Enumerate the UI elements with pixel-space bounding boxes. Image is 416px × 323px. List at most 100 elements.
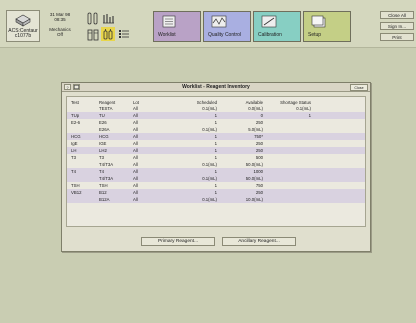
print-button[interactable]: Print (380, 33, 414, 41)
top-bar: ACS:Centaur c1077b 31 Mar 98 08:35 Mecha… (0, 0, 416, 48)
worklist-icon (162, 15, 176, 28)
cell-available: 50.0(mL) (219, 175, 265, 182)
cell-available: 250 (255, 119, 263, 125)
cell-reagent: T4/T3A (99, 175, 133, 182)
nav-worklist-label: Worklist (158, 32, 176, 38)
table-row[interactable]: TUp TU All 1 0 1 (67, 112, 365, 119)
cell-shortage (265, 182, 323, 189)
tubes-icon-button[interactable] (86, 11, 100, 25)
cell-shortage (265, 154, 323, 161)
cell-available: 0.0(mL) (248, 105, 263, 111)
dialog-title: Worklist - Reagent Inventory (182, 84, 250, 90)
cell-lot: All (133, 196, 161, 203)
supplies-icon-button[interactable] (101, 27, 115, 41)
column-header-lot[interactable]: Lot (133, 97, 161, 105)
list-icon-button[interactable] (117, 27, 131, 41)
cell-test: HCG (67, 133, 99, 140)
cell-reagent: E26 (99, 119, 107, 125)
analyzer-icon (15, 14, 31, 27)
cell-scheduled: 1 (214, 140, 217, 146)
cell-lot: All (133, 168, 161, 175)
cell-reagent: T4 (99, 168, 133, 175)
cell-shortage (265, 168, 323, 175)
cell-reagent: TU (99, 112, 133, 119)
operator-status: Off (57, 32, 63, 37)
time-text: 08:35 (54, 17, 66, 22)
cell-scheduled: 1 (161, 189, 219, 196)
ancillary-reagent-button[interactable]: Ancillary Reagent... (222, 237, 296, 246)
cell-scheduled: 0.1(mL) (202, 126, 217, 132)
cell-available: 250 (219, 189, 265, 196)
reagent-pack-icon (87, 29, 99, 40)
reagent-packs-icon-button[interactable] (86, 27, 100, 41)
cell-scheduled: 0.1(mL) (202, 161, 217, 167)
table-row[interactable]: T4 T4 All 1 1000 (67, 168, 365, 175)
table-row[interactable]: T4/T3A All 0.1(mL) 50.0(mL) (67, 175, 365, 182)
chart-icon-button[interactable] (101, 11, 115, 25)
cell-shortage (265, 147, 323, 154)
cell-reagent: E26A (99, 126, 110, 132)
table-row[interactable]: IgE IGE All 1 250 (67, 140, 365, 147)
cell-test: E2-6 (71, 119, 81, 125)
nav-setup[interactable]: Setup (303, 11, 351, 42)
cell-reagent: B12A (99, 196, 133, 203)
cell-test: VB12 (67, 189, 99, 196)
cell-available: 1000 (219, 168, 265, 175)
column-header-available[interactable]: Available (219, 97, 265, 105)
date-time-display: 31 Mar 98 08:35 Mechanics Off (48, 10, 72, 42)
nav-worklist[interactable]: Worklist (153, 11, 201, 42)
cell-reagent: TSH (99, 182, 108, 188)
nav-setup-label: Setup (308, 32, 322, 38)
cell-shortage (265, 196, 323, 203)
dialog-close-button[interactable]: Close (350, 84, 368, 91)
nav-quality-control[interactable]: Quality Control (203, 11, 251, 42)
cell-shortage (265, 189, 323, 196)
table-row[interactable]: LH LH2 All 1 250 (67, 147, 365, 154)
cell-available: 250 (219, 147, 265, 154)
cell-lot: All (133, 133, 161, 140)
cell-test: LH (67, 147, 99, 154)
column-header-test[interactable]: Test (67, 97, 99, 105)
cell-available: 750* (219, 133, 265, 140)
column-header-scheduled[interactable]: Scheduled (161, 97, 219, 105)
bottles-icon (103, 29, 112, 40)
table-row[interactable]: TESTA All 0.1(mL) 0.0(mL) 0.1(mL) (67, 105, 365, 112)
cell-lot: All (133, 154, 138, 160)
table-row[interactable]: B12A All 0.1(mL) 10.0(mL) (67, 196, 365, 203)
sign-in-button[interactable]: Sign In... (380, 22, 414, 30)
cell-shortage (265, 126, 323, 133)
system-id: c1077b (14, 33, 32, 39)
column-header-reagent[interactable]: Reagent (99, 97, 133, 105)
system-status-button[interactable]: ACS:Centaur c1077b (6, 10, 40, 42)
cell-test (67, 126, 99, 133)
cell-shortage (265, 161, 323, 168)
nav-quality-control-label: Quality Control (208, 32, 242, 38)
table-row[interactable]: E26A All 0.1(mL) 5.0(mL) (67, 126, 365, 133)
table-row[interactable]: TSH TSH All 1 750 (67, 182, 365, 189)
table-row[interactable]: E2-6 E26 All 1 250 (67, 119, 365, 126)
cell-test (67, 196, 99, 203)
cell-lot: All (133, 182, 138, 188)
dialog-title-bar: ? Worklist - Reagent Inventory Close (62, 83, 370, 92)
cell-reagent: IGE (99, 140, 107, 146)
cell-lot: All (133, 119, 138, 125)
table-row[interactable]: T3 T3 All 1 500 (67, 154, 365, 161)
column-header-shortage-status[interactable]: Shortage Status (265, 97, 323, 105)
cell-lot: All (133, 147, 161, 154)
table-row[interactable]: HCG HCG All 1 750* (67, 133, 365, 140)
cell-test: IgE (71, 140, 78, 146)
cell-scheduled: 1 (161, 112, 219, 119)
table-row[interactable]: T4/T3A All 0.1(mL) 50.0(mL) (67, 161, 365, 168)
cell-shortage (265, 140, 323, 147)
table-row[interactable]: VB12 B12 All 1 250 (67, 189, 365, 196)
cell-lot: All (133, 140, 138, 146)
cell-scheduled: 0.1(mL) (161, 175, 219, 182)
primary-reagent-button[interactable]: Primary Reagent... (141, 237, 215, 246)
inventory-table: Test Reagent Lot Scheduled Available Sho… (67, 97, 365, 203)
close-all-button[interactable]: Close All (380, 11, 414, 19)
cell-test (67, 105, 99, 112)
cell-available: 10.0(mL) (219, 196, 265, 203)
list-icon (119, 30, 129, 38)
cell-shortage: 0.1(mL) (296, 105, 311, 111)
nav-calibration[interactable]: Calibration (253, 11, 301, 42)
